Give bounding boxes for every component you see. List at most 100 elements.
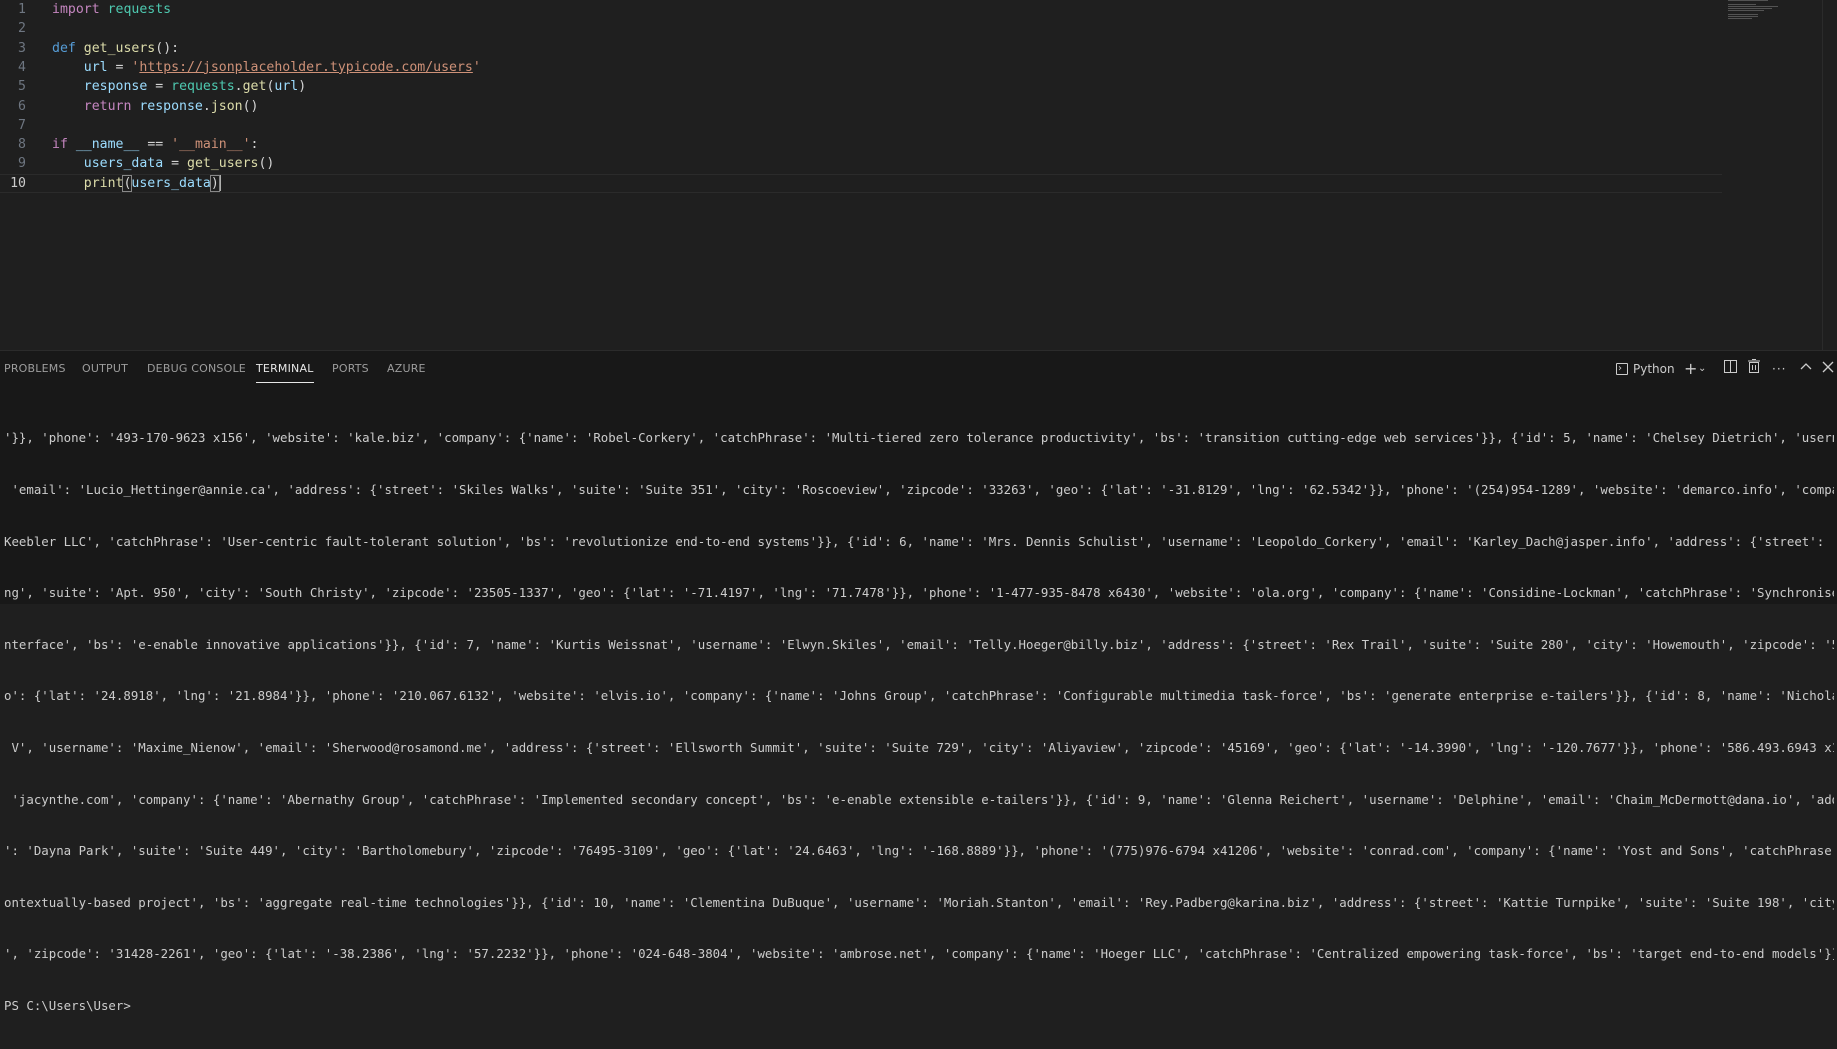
line-number: 9 [18,156,26,172]
more-icon[interactable]: ··· [1772,359,1786,379]
line-number: 2 [18,21,26,37]
text-cursor [218,174,221,191]
terminal-line: ', 'zipcode': '31428-2261', 'geo': {'lat… [4,946,1834,962]
terminal-line: ': 'Dayna Park', 'suite': 'Suite 449', '… [4,843,1834,859]
code-text: url = 'https://jsonplaceholder.typicode.… [52,58,481,77]
code-text: response = requests.get(url) [52,77,306,96]
tab-terminal[interactable]: TERMINAL [256,362,314,383]
code-token: ) [209,174,220,192]
code-text: users_data = get_users() [52,154,275,173]
code-token: = [147,79,172,95]
terminal-line: nterface', 'bs': 'e-enable innovative ap… [4,636,1834,652]
trash-icon[interactable] [1748,359,1760,379]
line-number: 4 [18,59,26,75]
code-token: if [52,137,68,153]
code-line[interactable]: 3 def get_users(): [0,39,1722,58]
code-text: def get_users(): [52,39,179,58]
close-icon[interactable] [1822,359,1834,379]
code-line[interactable]: 2 [0,19,1722,38]
code-token: requests [171,79,235,95]
code-text: print(users_data) [52,174,221,193]
code-token: ) [298,79,307,95]
code-token: def [52,40,76,56]
terminal-line: 'jacynthe.com', 'company': {'name': 'Abe… [4,791,1834,807]
code-token: response [139,98,203,114]
code-token: print [83,175,124,191]
line-number: 7 [18,117,26,133]
code-text: import requests [52,0,171,19]
terminal-line: ng', 'suite': 'Apt. 950', 'city': 'South… [4,585,1834,601]
tab-output[interactable]: OUTPUT [82,362,128,375]
code-token: () [258,156,275,172]
code-line[interactable]: 8 if __name__ == '__main__': [0,135,1722,154]
code-line[interactable]: 10 print(users_data) [0,174,1722,193]
code-line[interactable]: 7 [0,116,1722,135]
code-token: = [107,59,132,75]
code-token: __name__ [75,137,140,153]
code-token: . [234,79,243,95]
line-number: 6 [18,98,26,114]
code-token: https://jsonplaceholder.typicode.com/use… [139,59,473,75]
terminal-line: ontextually-based project', 'bs': 'aggre… [4,894,1834,910]
tab-problems[interactable]: PROBLEMS [4,362,66,375]
code-text: if __name__ == '__main__': [52,135,259,154]
code-token: == [139,137,172,153]
terminal-prompt[interactable]: PS C:\Users\User> [4,997,1834,1014]
code-token: import [52,2,100,17]
chevron-down-icon[interactable]: ⌄ [1698,359,1706,379]
line-number: 5 [18,79,26,95]
code-line[interactable]: 6 return response.json() [0,97,1722,116]
code-token: get_users [83,40,156,56]
code-editor[interactable]: 1 import requests 2 3 def get_users(): 4 url … [0,0,1837,350]
terminal-line: '}}, 'phone': '493-170-9623 x156', 'webs… [4,430,1834,446]
tab-debug-console[interactable]: DEBUG CONSOLE [147,362,246,375]
code-token: get_users [187,156,259,172]
line-number: 3 [18,40,26,56]
code-token: users_data [131,175,211,191]
terminal-output[interactable]: '}}, 'phone': '493-170-9623 x156', 'webs… [4,395,1834,1049]
minimap[interactable] [1728,0,1788,20]
code-token: users_data [83,156,164,172]
terminal-icon [1616,359,1628,379]
tab-ports[interactable]: PORTS [332,362,369,375]
editor-scrollbar[interactable] [1822,0,1837,350]
terminal-line: Keebler LLC', 'catchPhrase': 'User-centr… [4,533,1834,549]
split-editor-icon[interactable] [1724,359,1737,379]
terminal-line: V', 'username': 'Maxime_Nienow', 'email'… [4,739,1834,755]
code-token: url [274,79,299,95]
code-line[interactable]: 4 url = 'https://jsonplaceholder.typicod… [0,58,1722,77]
code-token: '__main__' [171,137,251,153]
code-token: url [83,59,108,75]
terminal-line: o': {'lat': '24.8918', 'lng': '21.8984'}… [4,688,1834,704]
plus-icon[interactable]: + [1684,359,1697,379]
code-token: ' [472,59,481,75]
code-line[interactable]: 1 import requests [0,0,1722,19]
code-token: response [83,79,148,95]
code-line[interactable]: 9 users_data = get_users() [0,154,1722,173]
code-text: return response.json() [52,97,259,116]
chevron-up-icon[interactable] [1800,359,1812,379]
code-line[interactable]: 5 response = requests.get(url) [0,77,1722,96]
code-token: : [250,137,259,153]
bottom-panel: PROBLEMS OUTPUT DEBUG CONSOLE TERMINAL P… [0,350,1837,1013]
code-token: json [210,98,243,114]
code-token: return [83,98,132,114]
terminal-line: 'email': 'Lucio_Hettinger@annie.ca', 'ad… [4,482,1834,497]
code-token: . [202,98,211,114]
terminal-name: Python [1633,362,1675,376]
line-number: 1 [18,2,26,17]
panel-tab-bar: PROBLEMS OUTPUT DEBUG CONSOLE TERMINAL P… [0,351,1837,387]
line-number: 8 [18,137,26,153]
terminal-selector[interactable]: Python [1616,359,1675,379]
line-number: 10 [10,175,26,191]
code-token: () [242,98,259,114]
tab-azure[interactable]: AZURE [387,362,426,375]
code-token: (): [155,40,180,56]
